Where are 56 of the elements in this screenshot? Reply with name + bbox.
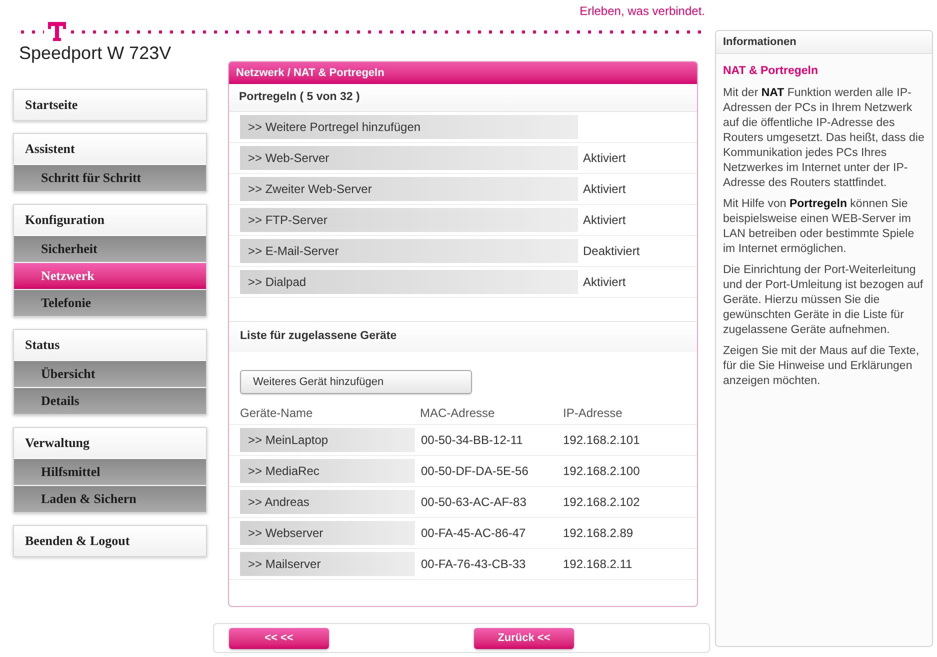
info-heading: NAT & Portregeln bbox=[722, 64, 819, 79]
nav-link[interactable]: Verwaltung bbox=[14, 428, 206, 458]
ip-address-cell-text: 192.168.2.102 bbox=[563, 494, 640, 512]
mac-address-cell-text: 00-50-34-BB-12-11 bbox=[421, 432, 524, 450]
nav-subitem[interactable]: Telefonie bbox=[14, 290, 206, 316]
mac-address-cell-text: 00-FA-76-43-CB-33 bbox=[421, 556, 527, 574]
info-panel-title: Informationen bbox=[716, 31, 932, 54]
tagline: Erleben, was verbindet. bbox=[580, 3, 705, 20]
nav-subitem[interactable]: Sicherheit bbox=[14, 236, 206, 262]
device-link[interactable]: >> Webserver bbox=[240, 521, 415, 546]
nav-subitem[interactable]: Übersicht bbox=[14, 361, 206, 387]
column-header: Geräte-Name bbox=[240, 404, 314, 422]
port-rule-link[interactable]: >> Dialpad bbox=[240, 270, 578, 294]
nav-subitem[interactable]: Schritt für Schritt bbox=[14, 165, 206, 191]
add-rule-link[interactable]: >> Weitere Portregel hinzufügen bbox=[240, 115, 578, 139]
port-rule-link[interactable]: >> Web-Server bbox=[240, 146, 578, 170]
rule-status: Deaktiviert bbox=[583, 243, 640, 260]
column-header: IP-Adresse bbox=[563, 404, 622, 422]
nav-link[interactable]: Assistent bbox=[14, 134, 206, 164]
port-rule-link[interactable]: >> FTP-Server bbox=[240, 208, 578, 232]
info-paragraph: Mit der NAT Funktion werden alle IP-Adressen der PCs in Ihrem Netzwerk auf die öffentliche IP-Adresse des Routers umgesetzt. Das heißt, dass die Kommunikation jedes PCs Ihres Netzwerkes im Internet unter der IP-Adresse des Routers stattfindet. bbox=[722, 86, 926, 192]
ip-address-cell-text: 192.168.2.100 bbox=[563, 463, 640, 480]
mac-address-cell-text: 00-FA-45-AC-86-47 bbox=[421, 525, 527, 542]
ip-address-cell-text: 192.168.2.101 bbox=[563, 432, 640, 450]
mac-address-cell-text: 00-50-63-AC-AF-83 bbox=[421, 494, 528, 512]
rule-status: Aktiviert bbox=[583, 212, 626, 229]
add-device-button[interactable]: Weiteres Gerät hinzufügen bbox=[240, 370, 472, 394]
device-link[interactable]: >> MediaRec bbox=[240, 459, 415, 484]
nav-link[interactable]: Status bbox=[14, 330, 206, 360]
device-link[interactable]: >> Mailserver bbox=[240, 552, 415, 576]
mac-address-cell-text: 00-50-DF-DA-5E-56 bbox=[421, 463, 530, 480]
panel-title: Netzwerk / NAT & Portregeln bbox=[229, 62, 697, 84]
info-paragraph: Die Einrichtung der Port-Weiterleitung und der Port-Umleitung ist bezogen auf Geräte. Hierzu müssen Sie die gewünschten Geräte in die Liste für zugelassene Geräte aufnehmen. bbox=[722, 263, 924, 338]
ip-address-cell-text: 192.168.2.89 bbox=[563, 525, 634, 542]
device-link[interactable]: >> MeinLaptop bbox=[240, 428, 415, 452]
nav-button[interactable]: << << bbox=[229, 628, 329, 648]
nav-subitem[interactable]: Laden & Sichern bbox=[14, 486, 206, 512]
nav-subitem[interactable]: Details bbox=[14, 388, 206, 414]
device-link[interactable]: >> Andreas bbox=[240, 490, 415, 514]
port-rule-link[interactable]: >> E-Mail-Server bbox=[240, 239, 578, 263]
rule-status: Aktiviert bbox=[583, 150, 626, 167]
info-paragraph: Zeigen Sie mit der Maus auf die Texte, für die Sie Hinweise und Erklärungen anzeigen möchten. bbox=[722, 344, 920, 390]
ip-address-cell-text: 192.168.2.11 bbox=[563, 556, 632, 574]
nav-link[interactable]: Konfiguration bbox=[14, 205, 206, 235]
nav-button[interactable]: Zurück << bbox=[474, 628, 574, 648]
logo-icon bbox=[47, 21, 67, 42]
column-header: MAC-Adresse bbox=[420, 404, 496, 422]
nav-subitem[interactable]: Hilfsmittel bbox=[14, 459, 206, 485]
nav-subitem[interactable]: Netzwerk bbox=[14, 263, 206, 289]
info-paragraph: Mit Hilfe von Portregeln können Sie beispielsweise einen WEB-Server im LAN betreiben oder bestimmte Spiele im Internet ermöglichen. bbox=[722, 197, 916, 258]
nav-link[interactable]: Beenden & Logout bbox=[14, 526, 206, 556]
port-rule-link[interactable]: >> Zweiter Web-Server bbox=[240, 177, 578, 201]
nav-link[interactable]: Startseite bbox=[14, 90, 206, 120]
rule-status: Aktiviert bbox=[583, 181, 626, 198]
device-title: Speedport W 723V bbox=[18, 42, 172, 64]
rule-status: Aktiviert bbox=[583, 274, 626, 291]
